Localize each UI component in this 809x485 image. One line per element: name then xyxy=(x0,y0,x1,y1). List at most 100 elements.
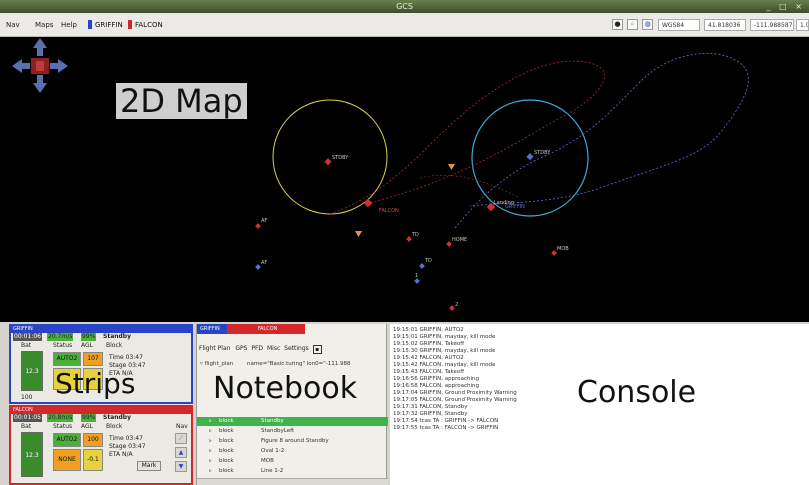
falcon-link: 99% xyxy=(81,414,97,422)
griffin-battery-bar: 12.3 xyxy=(21,351,43,391)
falcon-col-bat: Bat xyxy=(21,423,32,430)
zoom-field[interactable]: 1.0 xyxy=(796,19,809,31)
wp-stdby-falcon[interactable] xyxy=(324,158,332,166)
strip-falcon-header: FALCON xyxy=(11,407,191,414)
falcon-col-block: Block xyxy=(106,423,123,430)
falcon-col-agl: AGL xyxy=(81,423,93,430)
tab-flight-plan[interactable]: Flight Plan xyxy=(199,345,230,352)
notebook-label: Notebook xyxy=(213,371,358,406)
fp-block-row[interactable]: ▹ block StandbyLeft xyxy=(197,427,388,436)
fp-root-attr: name="Basic.turing" lon0="-111.988 xyxy=(247,361,351,367)
console-line: 19:15:01 GRIFFIN, mayday, kill mode xyxy=(393,334,496,340)
fp-root-name: flight_plan xyxy=(204,361,234,367)
notebook-pane: GRIFFIN FALCON Flight Plan GPS PFD Misc … xyxy=(196,324,388,485)
wp-label-af: AF xyxy=(261,218,268,224)
falcon-eta: ETA N/A xyxy=(109,451,133,458)
falcon-agl-box: 100 xyxy=(83,433,103,447)
griffin-col-agl: AGL xyxy=(81,342,93,349)
griffin-status-box: AUTO2 xyxy=(53,352,81,366)
wp-label-stdby-2: STDBY xyxy=(534,150,551,156)
falcon-time: Time 03:47 xyxy=(109,435,143,442)
console-line: 19:15:42 FALCON, mayday, kill mode xyxy=(393,362,496,368)
falcon-gps-box: -0.1 xyxy=(83,449,103,471)
console-line: 19:17:54 tcas TA : GRIFFIN -> FALCON xyxy=(393,418,499,424)
griffin-link: 99% xyxy=(81,333,97,341)
zoom-icon[interactable]: ⌕ xyxy=(627,19,638,30)
wp-label-1: 1 xyxy=(415,273,419,279)
takeoff-icon[interactable]: ⟋ xyxy=(175,433,187,444)
fp-block-row[interactable]: ▹ block MOB xyxy=(197,457,388,466)
strip-falcon[interactable]: FALCON 00:01:05 20.8m/s 99% Standby Bat … xyxy=(9,405,193,485)
console-line: 19:15:30 GRIFFIN, mayday, kill mode xyxy=(393,348,496,354)
tab-settings[interactable]: Settings xyxy=(284,345,309,352)
window-title: GCS xyxy=(396,2,413,11)
strip-griffin-summary: 00:01:06 20.7m/s 99% Standby xyxy=(11,333,191,341)
griffin-col-bat: Bat xyxy=(21,342,32,349)
griffin-speed: 20.7m/s xyxy=(47,333,74,341)
menu-maps[interactable]: Maps xyxy=(35,21,53,29)
save-icon[interactable]: ▪ xyxy=(312,345,322,354)
fp-block-value: MOB xyxy=(261,458,274,464)
gcs-window: GCS _ □ × Nav Maps Help GRIFFIN FALCON ●… xyxy=(0,0,809,485)
fp-block-row[interactable]: ▹ block Figure 8 around Standby xyxy=(197,437,388,446)
aircraft-falcon-button[interactable]: FALCON xyxy=(128,20,163,29)
fp-block-value: StandbyLeft xyxy=(261,428,295,434)
tab-gps[interactable]: GPS xyxy=(235,345,247,352)
fp-block-name: block xyxy=(219,428,234,434)
wp-stdby-griffin[interactable] xyxy=(526,153,534,161)
map-canvas[interactable] xyxy=(0,38,809,322)
falcon-aircraft[interactable] xyxy=(363,198,373,208)
strip-falcon-summary: 00:01:05 20.8m/s 99% Standby xyxy=(11,414,191,422)
griffin-flight-time: 00:01:06 xyxy=(13,333,42,341)
strips-label: Strips xyxy=(55,367,136,400)
griffin-time: Time 03:47 xyxy=(109,354,143,361)
fp-block-row[interactable]: ▹ block Oval 1-2 xyxy=(197,447,388,456)
menu-nav[interactable]: Nav xyxy=(6,21,20,29)
notebook-scrollbar[interactable] xyxy=(197,478,388,485)
tab-falcon[interactable]: FALCON xyxy=(227,324,305,334)
console-pane: 19:15:01 GRIFFIN, AUTO2 19:15:01 GRIFFIN… xyxy=(390,324,809,485)
falcon-mode-box: NONE xyxy=(53,449,81,471)
fp-block-row[interactable]: ▹ block Line 1-2 xyxy=(197,467,388,476)
notebook-subtabs: Flight Plan GPS PFD Misc Settings ▪ xyxy=(199,342,322,355)
fp-block-value: Line 1-2 xyxy=(261,468,284,474)
falcon-col-nav: Nav xyxy=(176,423,188,430)
falcon-col-status: Status xyxy=(53,423,73,430)
fp-block-row[interactable]: ▹ block Standby xyxy=(197,417,388,426)
falcon-mark-button[interactable]: Mark xyxy=(137,461,161,471)
globe-icon[interactable]: ◍ xyxy=(642,19,653,30)
falcon-flight-time: 00:01:05 xyxy=(13,414,42,422)
wp-label-mob: MOB xyxy=(557,246,569,252)
latitude-field[interactable]: 41.818036 xyxy=(704,19,746,31)
window-controls[interactable]: _ □ × xyxy=(767,2,805,11)
coord-system-select[interactable]: WGS84 xyxy=(658,19,700,31)
console-line: 19:15:01 GRIFFIN, AUTO2 xyxy=(393,327,464,333)
longitude-field[interactable]: -111.988587 xyxy=(750,19,794,31)
flight-plan-root[interactable]: ▿ flight_plan name="Basic.turing" lon0="… xyxy=(197,360,388,369)
pan-arrows-icon[interactable] xyxy=(12,38,68,93)
tab-misc[interactable]: Misc xyxy=(267,345,280,352)
falcon-block: Standby xyxy=(103,414,132,421)
map-2d[interactable]: 2D Map STDBY FALCON GRIFFIN STDBY AF TD … xyxy=(0,38,809,322)
center-icon[interactable]: ● xyxy=(612,19,623,30)
notebook-aircraft-tabs: GRIFFIN FALCON xyxy=(197,324,388,334)
falcon-track xyxy=(329,60,605,215)
console-line: 19:17:32 GRIFFIN, Standby xyxy=(393,411,468,417)
console-line: 19:17:55 tcas TA : FALCON -> GRIFFIN xyxy=(393,425,499,431)
tab-griffin[interactable]: GRIFFIN xyxy=(197,324,227,334)
wp-label-stdby: STDBY xyxy=(332,155,349,161)
griffin-bat-level: 100 xyxy=(21,394,33,401)
console-line: 19:15:43 FALCON, Takeoff xyxy=(393,369,465,375)
wp-label-home: HOME xyxy=(452,237,468,243)
griffin-label: GRIFFIN xyxy=(95,21,123,29)
fp-block-name: block xyxy=(219,458,234,464)
falcon-color-swatch xyxy=(128,20,132,29)
aircraft-griffin-button[interactable]: GRIFFIN xyxy=(88,20,123,29)
up-arrow-icon[interactable]: ▲ xyxy=(175,447,187,458)
menu-help[interactable]: Help xyxy=(61,21,77,29)
tab-pfd[interactable]: PFD xyxy=(251,345,263,352)
console-line: 19:16:58 FALCON, approaching xyxy=(393,383,479,389)
fp-block-name: block xyxy=(219,448,234,454)
falcon-battery-bar: 12.3 xyxy=(21,432,43,477)
down-arrow-icon[interactable]: ▼ xyxy=(175,461,187,472)
